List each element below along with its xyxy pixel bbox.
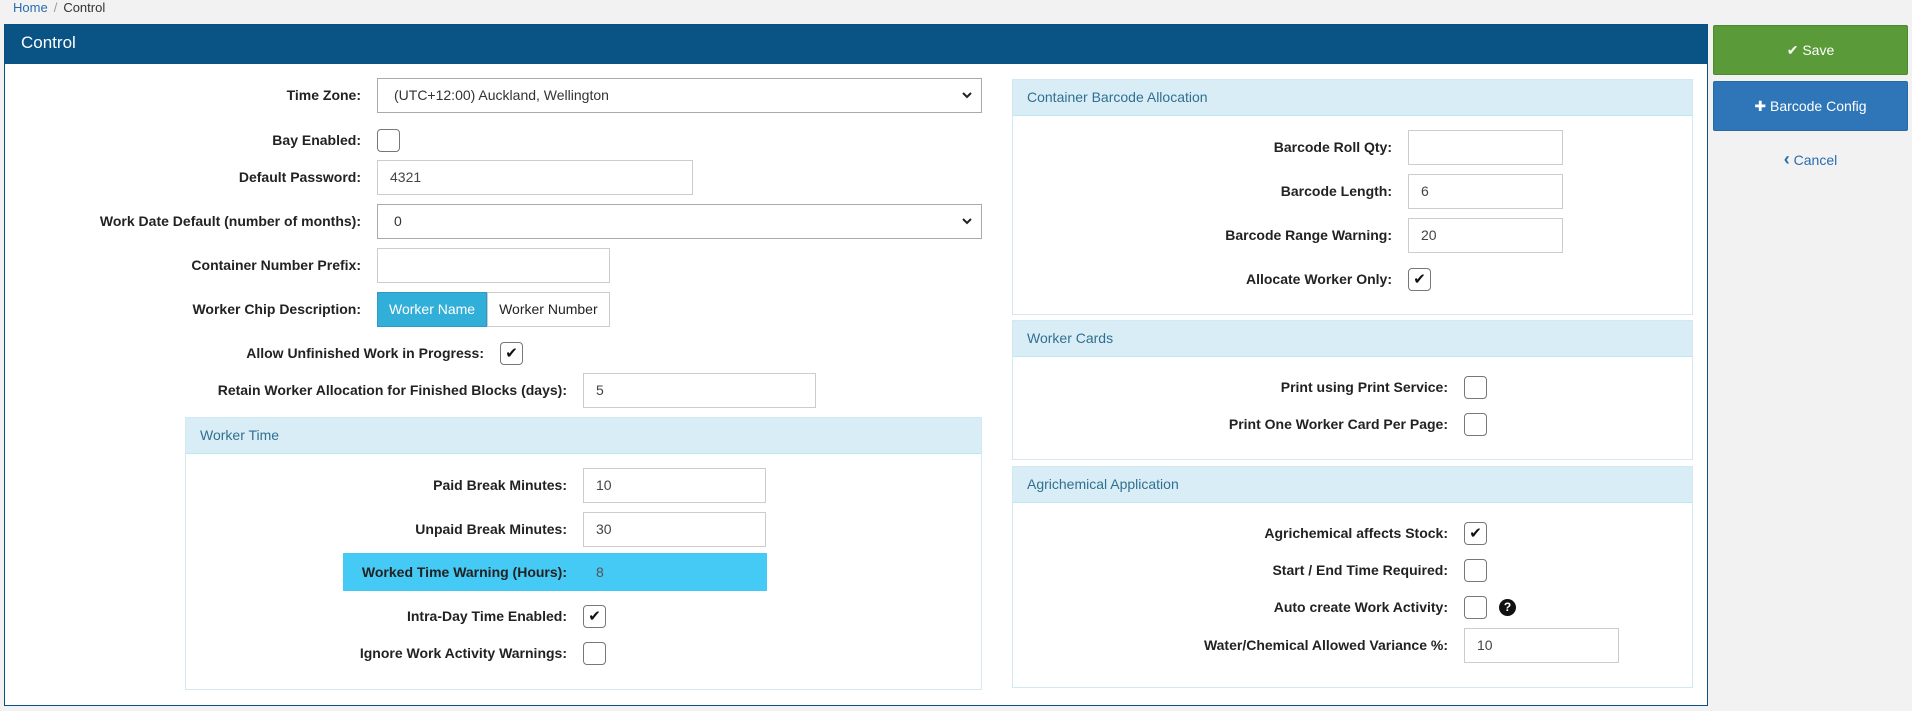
worker-chip-option-name[interactable]: Worker Name — [377, 291, 488, 327]
cancel-label: Cancel — [1793, 152, 1838, 168]
bay-enabled-label: Bay Enabled: — [272, 132, 361, 148]
bay-enabled-row: Bay Enabled: — [0, 122, 400, 158]
print-service-checkbox[interactable] — [1464, 375, 1487, 399]
work-date-default-value: 0 — [394, 212, 402, 229]
time-zone-value: (UTC+12:00) Auckland, Wellington — [394, 86, 609, 103]
affects-stock-label: Agrichemical affects Stock: — [1264, 525, 1448, 541]
print-service-label: Print using Print Service: — [1280, 379, 1448, 395]
plus-icon: ✚ — [1754, 98, 1767, 114]
unpaid-break-label: Unpaid Break Minutes: — [415, 521, 567, 537]
default-password-input[interactable]: 4321 — [377, 159, 693, 195]
worker-chip-row: Worker Chip Description: Worker Name Wor… — [0, 291, 610, 327]
barcode-length-row: Barcode Length: 6 — [1012, 173, 1563, 209]
auto-create-label: Auto create Work Activity: — [1273, 599, 1448, 615]
worked-time-warning-input[interactable]: 8 — [583, 564, 767, 580]
worker-chip-toggle: Worker Name Worker Number — [377, 291, 610, 327]
paid-break-row: Paid Break Minutes: 10 — [0, 467, 766, 503]
unpaid-break-row: Unpaid Break Minutes: 30 — [0, 511, 766, 547]
print-service-row: Print using Print Service: — [1012, 369, 1487, 405]
default-password-row: Default Password: 4321 — [0, 159, 693, 195]
variance-row: Water/Chemical Allowed Variance %: 10 — [1012, 627, 1619, 663]
breadcrumb-current: Control — [63, 0, 106, 15]
worked-time-warning-label: Worked Time Warning (Hours): — [361, 564, 567, 580]
check-icon: ✔ — [1413, 271, 1426, 288]
auto-create-checkbox[interactable] — [1464, 595, 1487, 619]
check-icon: ✔ — [505, 345, 518, 362]
default-password-label: Default Password: — [238, 169, 361, 185]
save-button[interactable]: ✔ Save — [1713, 25, 1908, 75]
breadcrumb-separator: / — [53, 0, 58, 15]
one-per-page-label: Print One Worker Card Per Page: — [1228, 416, 1448, 432]
one-per-page-checkbox[interactable] — [1464, 412, 1487, 436]
worker-chip-option-number[interactable]: Worker Number — [487, 291, 610, 327]
worker-cards-title: Worker Cards — [1013, 321, 1692, 357]
chevron-down-icon — [961, 79, 973, 124]
barcode-roll-qty-row: Barcode Roll Qty: — [1012, 129, 1563, 165]
paid-break-label: Paid Break Minutes: — [433, 477, 567, 493]
barcode-allocation-title: Container Barcode Allocation — [1013, 80, 1692, 116]
agrichemical-title: Agrichemical Application — [1013, 467, 1692, 503]
container-prefix-input[interactable] — [377, 247, 610, 283]
start-end-required-label: Start / End Time Required: — [1272, 562, 1448, 578]
barcode-config-button[interactable]: ✚ Barcode Config — [1713, 81, 1908, 131]
work-date-default-select[interactable]: 0 — [377, 203, 982, 239]
start-end-required-checkbox[interactable] — [1464, 558, 1487, 582]
check-icon: ✔ — [588, 608, 601, 625]
container-prefix-label: Container Number Prefix: — [191, 257, 361, 273]
ignore-warnings-checkbox[interactable] — [583, 641, 606, 665]
intra-day-checkbox[interactable]: ✔ — [583, 604, 606, 628]
allow-unfinished-label: Allow Unfinished Work in Progress: — [246, 345, 484, 361]
barcode-length-label: Barcode Length: — [1280, 183, 1392, 199]
retain-allocation-label: Retain Worker Allocation for Finished Bl… — [217, 382, 567, 398]
unpaid-break-input[interactable]: 30 — [583, 511, 766, 547]
retain-allocation-input[interactable]: 5 — [583, 372, 816, 408]
ignore-warnings-label: Ignore Work Activity Warnings: — [359, 645, 567, 661]
time-zone-row: Time Zone: (UTC+12:00) Auckland, Welling… — [0, 77, 982, 113]
barcode-range-warning-row: Barcode Range Warning: 20 — [1012, 217, 1563, 253]
allow-unfinished-checkbox[interactable]: ✔ — [500, 341, 523, 365]
barcode-config-label: Barcode Config — [1770, 98, 1867, 114]
work-date-default-row: Work Date Default (number of months): 0 — [0, 203, 982, 239]
chevron-left-icon: ‹ — [1783, 149, 1790, 169]
variance-input[interactable]: 10 — [1464, 627, 1619, 663]
ignore-warnings-row: Ignore Work Activity Warnings: — [0, 635, 606, 671]
allocate-worker-only-label: Allocate Worker Only: — [1245, 271, 1392, 287]
time-zone-select[interactable]: (UTC+12:00) Auckland, Wellington — [377, 77, 982, 113]
one-per-page-row: Print One Worker Card Per Page: — [1012, 406, 1487, 442]
allocate-worker-only-checkbox[interactable]: ✔ — [1408, 267, 1431, 291]
worked-time-warning-row: Worked Time Warning (Hours): 8 — [343, 553, 767, 591]
cancel-link[interactable]: ‹ Cancel — [1713, 149, 1908, 170]
auto-create-row: Auto create Work Activity: ? — [1012, 589, 1516, 625]
retain-allocation-row: Retain Worker Allocation for Finished Bl… — [0, 372, 816, 408]
check-icon: ✔ — [1786, 42, 1799, 58]
panel-title: Control — [5, 25, 1707, 64]
barcode-range-warning-input[interactable]: 20 — [1408, 217, 1563, 253]
affects-stock-row: Agrichemical affects Stock: ✔ — [1012, 515, 1487, 551]
variance-label: Water/Chemical Allowed Variance %: — [1203, 637, 1448, 653]
allow-unfinished-row: Allow Unfinished Work in Progress: ✔ — [0, 335, 523, 371]
start-end-required-row: Start / End Time Required: — [1012, 552, 1487, 588]
breadcrumb: Home / Control — [13, 0, 105, 16]
save-label: Save — [1802, 42, 1835, 58]
bay-enabled-checkbox[interactable] — [377, 128, 400, 152]
intra-day-row: Intra-Day Time Enabled: ✔ — [0, 598, 606, 634]
barcode-roll-qty-input[interactable] — [1408, 129, 1563, 165]
allocate-worker-only-row: Allocate Worker Only: ✔ — [1012, 261, 1431, 297]
paid-break-input[interactable]: 10 — [583, 467, 766, 503]
affects-stock-checkbox[interactable]: ✔ — [1464, 521, 1487, 545]
time-zone-label: Time Zone: — [286, 87, 361, 103]
barcode-range-warning-label: Barcode Range Warning: — [1225, 227, 1392, 243]
container-prefix-row: Container Number Prefix: — [0, 247, 610, 283]
chevron-down-icon — [961, 205, 973, 250]
work-date-default-label: Work Date Default (number of months): — [99, 213, 361, 229]
worker-chip-label: Worker Chip Description: — [192, 301, 361, 317]
breadcrumb-home[interactable]: Home — [13, 0, 48, 15]
intra-day-label: Intra-Day Time Enabled: — [406, 608, 567, 624]
help-icon[interactable]: ? — [1499, 598, 1516, 616]
worker-time-title: Worker Time — [186, 418, 981, 454]
check-icon: ✔ — [1469, 525, 1482, 542]
barcode-length-input[interactable]: 6 — [1408, 173, 1563, 209]
barcode-roll-qty-label: Barcode Roll Qty: — [1273, 139, 1392, 155]
